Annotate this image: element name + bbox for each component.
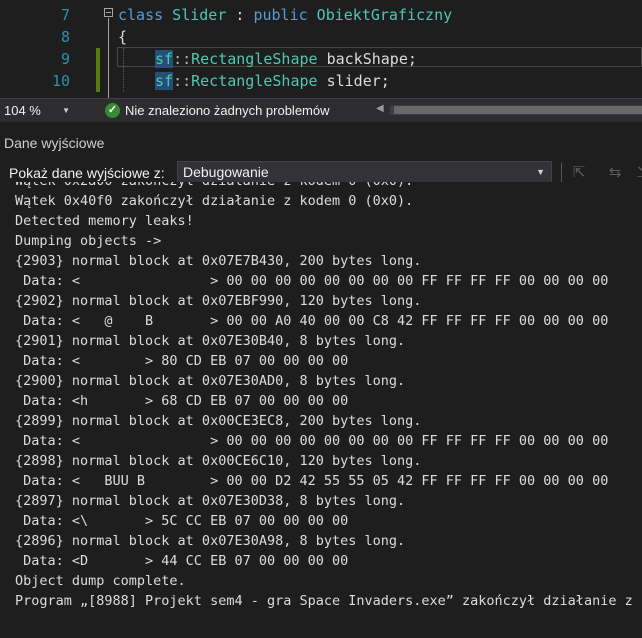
chevron-down-icon: ▼ bbox=[536, 167, 545, 177]
type-name: RectangleShape bbox=[191, 50, 318, 68]
output-line: {2901} normal block at 0x07E30B40, 8 byt… bbox=[15, 333, 406, 349]
output-line: {2900} normal block at 0x07E30AD0, 8 byt… bbox=[15, 373, 406, 389]
output-line: {2897} normal block at 0x07E30D38, 8 byt… bbox=[15, 493, 406, 509]
output-line: Data: < BUU B > 00 00 D2 42 55 55 05 42 … bbox=[15, 473, 609, 489]
output-line: {2899} normal block at 0x00CE3EC8, 200 b… bbox=[15, 413, 422, 429]
scope-operator: :: bbox=[173, 72, 192, 90]
code-line-10[interactable]: 10 sf::RectangleShape slider; bbox=[0, 70, 642, 92]
class-name: Slider bbox=[163, 6, 227, 24]
output-source-value: Debugowanie bbox=[183, 164, 269, 180]
output-line: Wątek 0x40f0 zakończył działanie z kodem… bbox=[15, 193, 414, 209]
output-text-area[interactable]: Wątek 0x2a00 zakończył działanie z kodem… bbox=[0, 182, 642, 638]
word-wrap-icon[interactable]: ⇲ bbox=[632, 163, 642, 183]
editor-status-bar: 104 % ▼ ✓ Nie znaleziono żadnych problem… bbox=[0, 98, 642, 122]
namespace: sf bbox=[155, 72, 174, 90]
output-line: Wątek 0x2a00 zakończył działanie z kodem… bbox=[15, 182, 413, 191]
output-line: Program „[8988] Projekt sem4 - gra Space… bbox=[15, 593, 642, 609]
code-text[interactable]: sf::RectangleShape slider; bbox=[155, 70, 390, 92]
keyword: public bbox=[253, 6, 308, 24]
output-line: Data: < > 80 CD EB 07 00 00 00 00 bbox=[15, 353, 349, 369]
line-number: 9 bbox=[60, 50, 70, 68]
code-text[interactable]: sf::RectangleShape backShape; bbox=[155, 48, 417, 70]
namespace: sf bbox=[155, 50, 174, 68]
code-text[interactable]: class Slider : public ObiektGraficzny bbox=[118, 4, 452, 26]
toolbar-separator bbox=[561, 163, 562, 183]
output-line: {2903} normal block at 0x07E7B430, 200 b… bbox=[15, 253, 422, 269]
code-line-9[interactable]: 9 sf::RectangleShape backShape; bbox=[0, 48, 642, 70]
code-editor[interactable]: 7 class Slider : public ObiektGraficzny … bbox=[0, 0, 642, 98]
keyword: class bbox=[118, 6, 164, 24]
output-line: Data: < > 00 00 00 00 00 00 00 00 FF FF … bbox=[15, 433, 609, 449]
arrow-left-icon[interactable]: ◀ bbox=[376, 103, 384, 114]
problems-status[interactable]: Nie znaleziono żadnych problemów bbox=[125, 102, 330, 120]
output-line: Detected memory leaks! bbox=[15, 213, 194, 229]
output-pane-title: Dane wyjściowe bbox=[4, 135, 105, 151]
base-class-name: ObiektGraficzny bbox=[307, 6, 453, 24]
scope-operator: :: bbox=[173, 50, 192, 68]
zoom-dropdown[interactable]: 104 % ▼ bbox=[2, 101, 74, 120]
line-number: 8 bbox=[60, 28, 70, 46]
separator: : bbox=[226, 6, 254, 24]
code-line-8[interactable]: 8 { bbox=[0, 26, 642, 48]
output-line: Object dump complete. bbox=[15, 573, 186, 589]
chevron-down-icon: ▼ bbox=[62, 106, 70, 115]
output-line: Data: <D > 44 CC EB 07 00 00 00 00 bbox=[15, 553, 349, 569]
member-name: slider; bbox=[317, 72, 390, 90]
output-line: {2898} normal block at 0x00CE6C10, 120 b… bbox=[15, 453, 422, 469]
check-circle-icon[interactable]: ✓ bbox=[105, 103, 120, 118]
code-line-7[interactable]: 7 class Slider : public ObiektGraficzny bbox=[0, 4, 642, 26]
output-line: {2896} normal block at 0x07E30A98, 8 byt… bbox=[15, 533, 406, 549]
clear-all-icon[interactable]: ⇆ bbox=[604, 163, 626, 183]
output-line: Data: <\ > 5C CC EB 07 00 00 00 00 bbox=[15, 513, 349, 529]
member-name: backShape; bbox=[317, 50, 417, 68]
horizontal-scrollbar[interactable] bbox=[390, 105, 642, 115]
output-line: {2902} normal block at 0x07EBF990, 120 b… bbox=[15, 293, 422, 309]
output-line: Data: < @ B > 00 00 A0 40 00 00 C8 42 FF… bbox=[15, 313, 609, 329]
scrollbar-thumb[interactable] bbox=[394, 106, 642, 114]
find-message-icon[interactable]: ⇱ bbox=[568, 163, 590, 183]
code-text[interactable]: { bbox=[118, 26, 127, 48]
show-output-label: Pokaż dane wyjściowe z: bbox=[9, 165, 165, 181]
output-line: Data: <h > 68 CD EB 07 00 00 00 00 bbox=[15, 393, 349, 409]
line-number: 10 bbox=[51, 72, 70, 90]
output-source-dropdown[interactable]: Debugowanie ▼ bbox=[177, 161, 552, 184]
output-line: Dumping objects -> bbox=[15, 233, 162, 249]
zoom-value: 104 % bbox=[4, 103, 41, 118]
type-name: RectangleShape bbox=[191, 72, 318, 90]
output-line: Data: < > 00 00 00 00 00 00 00 00 FF FF … bbox=[15, 273, 609, 289]
line-number: 7 bbox=[60, 6, 70, 24]
